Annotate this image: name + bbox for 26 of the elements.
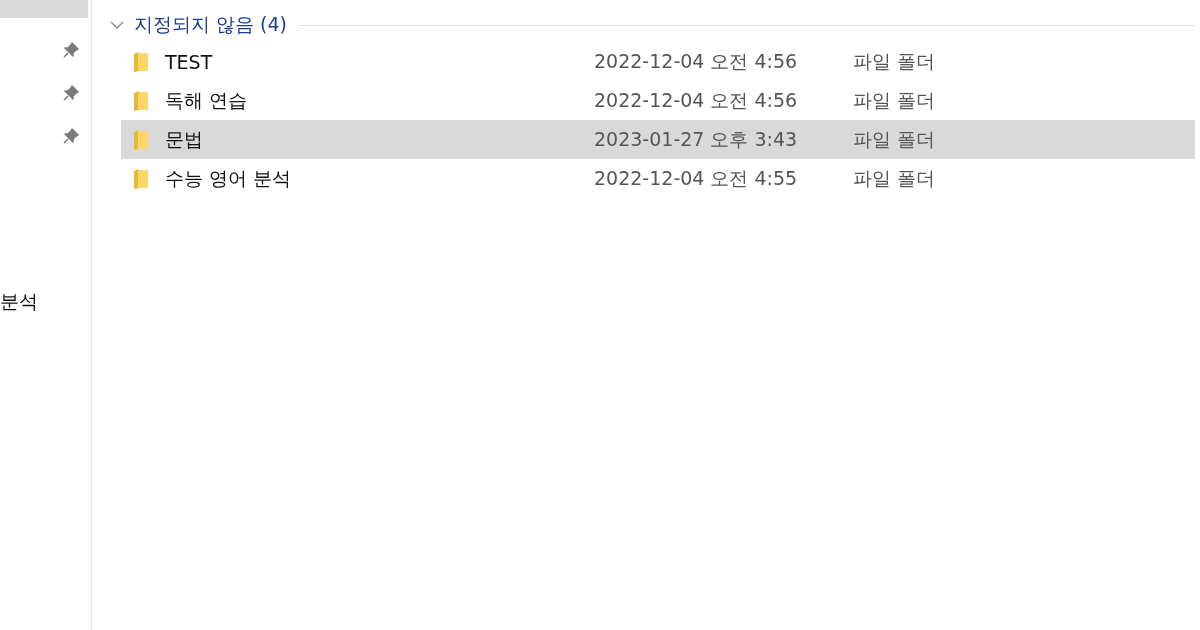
file-date: 2022-12-04 오전 4:55 [594, 165, 799, 191]
pin-icon[interactable] [62, 40, 80, 59]
file-type: 파일 폴더 [853, 165, 936, 191]
file-name: 수능 영어 분석 [165, 165, 293, 191]
file-name: 문법 [165, 126, 204, 152]
folder-icon [133, 167, 149, 190]
file-name: 독해 연습 [165, 87, 249, 113]
pin-icon[interactable] [62, 126, 80, 145]
file-date: 2023-01-27 오후 3:43 [594, 126, 799, 152]
file-type: 파일 폴더 [853, 87, 936, 113]
folder-icon [133, 89, 149, 112]
chevron-icon[interactable] [110, 20, 124, 30]
sidebar-item[interactable]: 분석 [0, 287, 88, 317]
file-row[interactable]: 수능 영어 분석 2022-12-04 오전 4:55 파일 폴더 [121, 159, 1195, 198]
file-row[interactable]: TEST 2022-12-04 오전 4:56 파일 폴더 [121, 42, 1195, 81]
file-row[interactable]: 문법 2023-01-27 오후 3:43 파일 폴더 [121, 120, 1195, 159]
file-type: 파일 폴더 [853, 126, 936, 152]
file-date: 2022-12-04 오전 4:56 [594, 87, 799, 113]
file-type: 파일 폴더 [853, 48, 936, 74]
folder-icon [133, 50, 149, 73]
group-header[interactable]: 지정되지 않음 (4) [134, 12, 287, 38]
file-row[interactable]: 독해 연습 2022-12-04 오전 4:56 파일 폴더 [121, 81, 1195, 120]
folder-icon [133, 128, 149, 151]
pin-icon[interactable] [62, 83, 80, 102]
file-name: TEST [165, 50, 214, 73]
file-date: 2022-12-04 오전 4:56 [594, 48, 799, 74]
